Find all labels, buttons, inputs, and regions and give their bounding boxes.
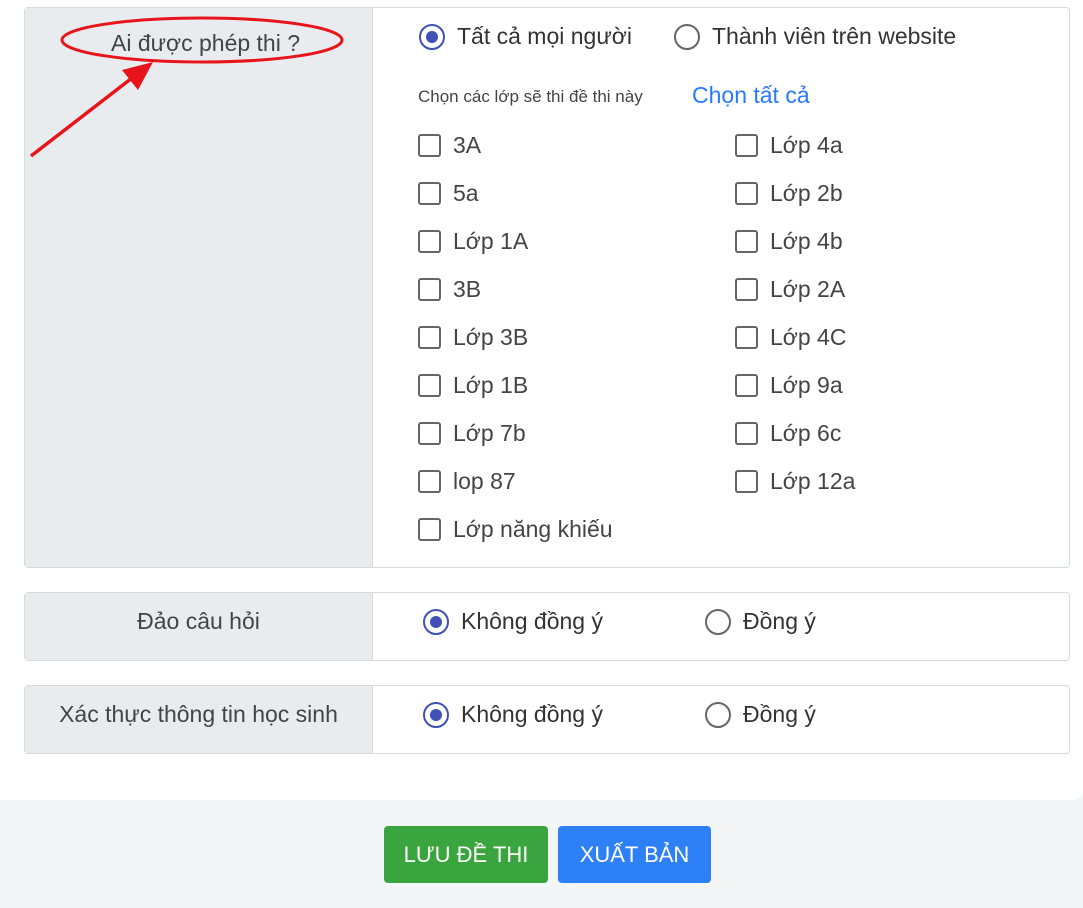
class-checkbox[interactable]: 3B (418, 276, 481, 303)
checkbox-icon (418, 374, 441, 397)
radio-website-members[interactable]: Thành viên trên website (674, 23, 956, 50)
radio-everyone[interactable]: Tất cả mọi người (419, 23, 632, 50)
checkbox-icon (418, 278, 441, 301)
class-checkbox-label: 3A (453, 132, 482, 158)
save-exam-button[interactable]: LƯU ĐỀ THI (384, 826, 548, 883)
radio-unselected-icon (705, 608, 731, 635)
class-checkbox-label: Lớp 7b (453, 420, 526, 446)
class-checkbox-label: Lớp 1B (453, 372, 529, 398)
class-checkbox-label: 3B (453, 276, 482, 302)
class-checkbox[interactable]: Lớp 12a (735, 468, 855, 495)
class-checkbox-label: Lớp 2A (770, 276, 846, 302)
shuffle-questions-label: Đảo câu hỏi (25, 593, 373, 660)
radio-verify-disagree[interactable]: Không đồng ý (423, 701, 603, 728)
verify-student-label: Xác thực thông tin học sinh (25, 686, 373, 753)
radio-shuffle-agree[interactable]: Đồng ý (705, 608, 816, 635)
class-checkbox-label: Lớp 6c (770, 420, 842, 446)
checkbox-icon (735, 230, 758, 253)
class-checkbox[interactable]: 3A (418, 132, 481, 159)
checkbox-icon (418, 422, 441, 445)
class-checkbox-label: Lớp 12a (770, 468, 856, 494)
publish-button[interactable]: XUẤT BẢN (558, 826, 711, 883)
radio-unselected-icon (705, 701, 731, 728)
shuffle-questions-section: Đảo câu hỏi Không đồng ý Đồng ý (24, 592, 1070, 661)
class-checkbox-label: Lớp 1A (453, 228, 529, 254)
who-can-take-section: Ai được phép thi ? Tất cả mọi người Thàn… (24, 7, 1070, 568)
radio-verify-agree[interactable]: Đồng ý (705, 701, 816, 728)
checkbox-icon (735, 278, 758, 301)
radio-selected-icon (423, 608, 449, 635)
shuffle-questions-body: Không đồng ý Đồng ý (373, 593, 1069, 660)
checkbox-icon (735, 326, 758, 349)
class-checkbox-label: 5a (453, 180, 479, 206)
verify-student-body: Không đồng ý Đồng ý (373, 686, 1069, 753)
checkbox-icon (418, 518, 441, 541)
class-checkbox[interactable]: Lớp 4a (735, 132, 843, 159)
radio-shuffle-disagree[interactable]: Không đồng ý (423, 608, 603, 635)
class-checkbox[interactable]: Lớp 7b (418, 420, 526, 447)
checkbox-icon (735, 422, 758, 445)
class-checkbox[interactable]: Lớp 1B (418, 372, 528, 399)
class-checkbox[interactable]: 5a (418, 180, 479, 207)
class-checkbox-label: Lớp 2b (770, 180, 843, 206)
class-select-hint: Chọn các lớp sẽ thi đề thi này (418, 87, 643, 106)
checkbox-icon (735, 182, 758, 205)
class-checkbox[interactable]: Lớp 2b (735, 180, 843, 207)
checkbox-icon (735, 374, 758, 397)
class-checkbox-label: Lớp 4C (770, 324, 847, 350)
select-all-link[interactable]: Chọn tất cả (692, 82, 810, 109)
checkbox-icon (735, 134, 758, 157)
checkbox-icon (418, 134, 441, 157)
class-checkbox-label: Lớp năng khiếu (453, 516, 613, 542)
radio-verify-agree-label: Đồng ý (743, 701, 816, 727)
class-checkbox[interactable]: Lớp 6c (735, 420, 841, 447)
class-checkbox[interactable]: Lớp 9a (735, 372, 843, 399)
who-can-take-body: Tất cả mọi người Thành viên trên website… (373, 8, 1069, 567)
radio-verify-disagree-label: Không đồng ý (461, 701, 603, 727)
radio-shuffle-agree-label: Đồng ý (743, 608, 816, 634)
checkbox-icon (418, 182, 441, 205)
radio-unselected-icon (674, 23, 700, 50)
radio-everyone-label: Tất cả mọi người (457, 23, 632, 49)
checkbox-icon (735, 470, 758, 493)
class-checkbox[interactable]: Lớp 1A (418, 228, 528, 255)
form-card: Ai được phép thi ? Tất cả mọi người Thàn… (0, 0, 1083, 800)
class-checkbox[interactable]: Lớp 4C (735, 324, 846, 351)
class-checkbox[interactable]: Lớp 2A (735, 276, 845, 303)
verify-student-section: Xác thực thông tin học sinh Không đồng ý… (24, 685, 1070, 754)
class-checkbox-label: Lớp 9a (770, 372, 843, 398)
class-checkbox-label: Lớp 4b (770, 228, 843, 254)
checkbox-icon (418, 326, 441, 349)
radio-selected-icon (423, 701, 449, 728)
radio-website-members-label: Thành viên trên website (712, 23, 957, 49)
class-checkbox[interactable]: Lớp 4b (735, 228, 843, 255)
who-can-take-label: Ai được phép thi ? (25, 8, 373, 567)
checkbox-icon (418, 230, 441, 253)
class-checkbox[interactable]: lop 87 (418, 468, 516, 495)
radio-shuffle-disagree-label: Không đồng ý (461, 608, 603, 634)
checkbox-icon (418, 470, 441, 493)
radio-selected-icon (419, 23, 445, 50)
class-checkbox-label: Lớp 3B (453, 324, 529, 350)
class-checkbox[interactable]: Lớp năng khiếu (418, 516, 613, 543)
class-checkbox[interactable]: Lớp 3B (418, 324, 528, 351)
class-checkbox-label: Lớp 4a (770, 132, 843, 158)
class-checkbox-label: lop 87 (453, 468, 516, 494)
